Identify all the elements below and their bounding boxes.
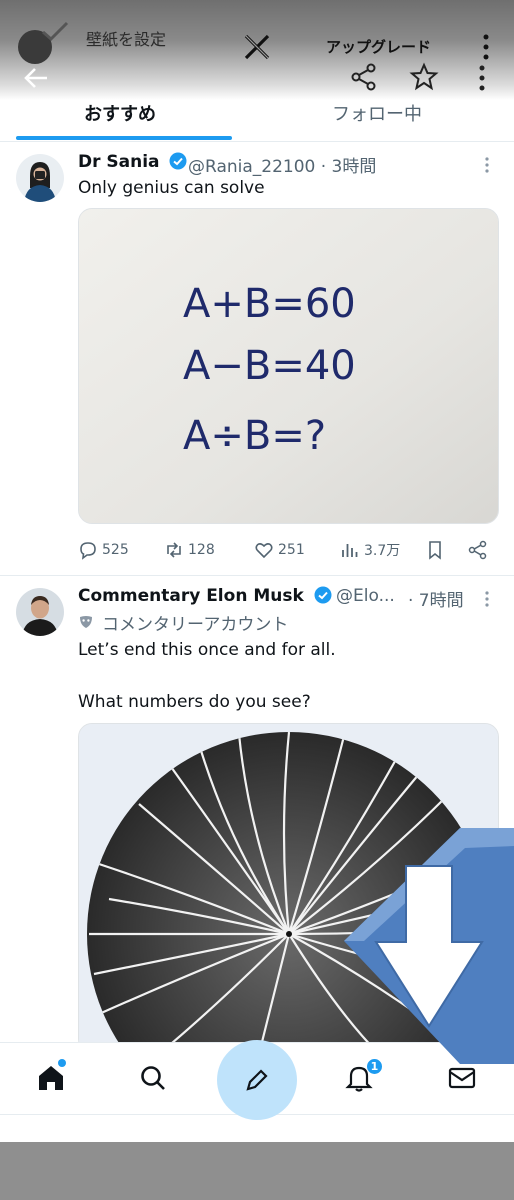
verified-badge-icon: [169, 152, 187, 170]
share-icon[interactable]: [350, 62, 378, 92]
avatar[interactable]: [16, 588, 64, 636]
star-icon[interactable]: [409, 62, 439, 92]
check-icon[interactable]: [40, 20, 70, 42]
compose-button[interactable]: [217, 1040, 297, 1120]
tweet-text: What numbers do you see?: [78, 692, 311, 712]
tweet-text: Let’s end this once and for all.: [78, 640, 336, 660]
repost-icon: [167, 542, 181, 558]
views-button[interactable]: 3.7万: [340, 538, 400, 562]
handle-and-time[interactable]: @Rania_22100 · 3時間: [188, 152, 376, 177]
math-puzzle-image: A+B=60 A−B=40 A÷B=?: [79, 209, 498, 523]
tab-for-you[interactable]: おすすめ: [84, 100, 156, 126]
tweet[interactable]: Dr Sania @Rania_22100 · 3時間 Only genius …: [0, 142, 514, 572]
equation-line: A+B=60: [183, 281, 356, 327]
avatar[interactable]: [16, 154, 64, 202]
tab-following[interactable]: フォロー中: [332, 100, 422, 126]
image-viewer-toolbar: [0, 60, 514, 96]
wallpaper-overlay: 壁紙を設定 アップグレード: [0, 0, 514, 100]
account-label: コメンタリーアカウント: [102, 615, 289, 635]
back-arrow-icon[interactable]: [22, 64, 50, 92]
equation-line: A÷B=?: [183, 413, 326, 459]
commentary-mask-icon: [80, 616, 92, 628]
timeline-tabs: おすすめ フォロー中: [0, 96, 514, 142]
repost-button[interactable]: 128: [164, 538, 215, 562]
reply-button[interactable]: 525: [78, 538, 129, 562]
share-icon[interactable]: [468, 540, 488, 560]
download-arrow-icon[interactable]: [340, 826, 514, 1066]
tweet-actions: 525 128 251 3.7万: [78, 538, 498, 562]
display-name-text: Commentary Elon Musk: [78, 586, 304, 606]
bookmark-icon[interactable]: [425, 540, 445, 560]
system-navigation-bar: [0, 1142, 514, 1200]
new-content-dot: [58, 1059, 66, 1067]
x-logo-icon: [244, 34, 270, 60]
view-count: 3.7万: [364, 543, 401, 559]
mail-icon[interactable]: [447, 1063, 477, 1093]
more-vertical-icon[interactable]: [482, 156, 492, 174]
heart-icon: [255, 543, 273, 559]
verified-badge-icon: [314, 586, 332, 604]
display-name-text: Dr Sania: [78, 152, 160, 172]
more-vertical-icon[interactable]: [480, 33, 492, 61]
upgrade-button[interactable]: アップグレード: [326, 36, 431, 57]
repost-count: 128: [188, 542, 215, 558]
reply-icon: [80, 542, 96, 560]
handle[interactable]: @Elo...: [336, 586, 395, 606]
reply-count: 525: [102, 542, 129, 558]
tweet-image[interactable]: A+B=60 A−B=40 A÷B=?: [78, 208, 499, 524]
timestamp[interactable]: · 7時間: [408, 586, 464, 611]
equation-line: A−B=40: [183, 343, 356, 389]
home-icon[interactable]: [36, 1063, 66, 1093]
more-vertical-icon[interactable]: [476, 64, 488, 92]
tweet-text: Only genius can solve: [78, 178, 265, 198]
display-name[interactable]: Dr Sania: [78, 152, 187, 172]
display-name[interactable]: Commentary Elon Musk: [78, 586, 332, 606]
like-count: 251: [278, 542, 305, 558]
active-tab-indicator: [16, 136, 232, 140]
views-icon: [342, 544, 358, 557]
more-vertical-icon[interactable]: [482, 590, 492, 608]
search-icon[interactable]: [138, 1063, 168, 1093]
compose-pen-icon: [246, 1069, 268, 1091]
like-button[interactable]: 251: [254, 538, 305, 562]
overlay-toolbar: 壁紙を設定 アップグレード: [0, 18, 514, 64]
set-wallpaper-label[interactable]: 壁紙を設定: [86, 26, 166, 50]
